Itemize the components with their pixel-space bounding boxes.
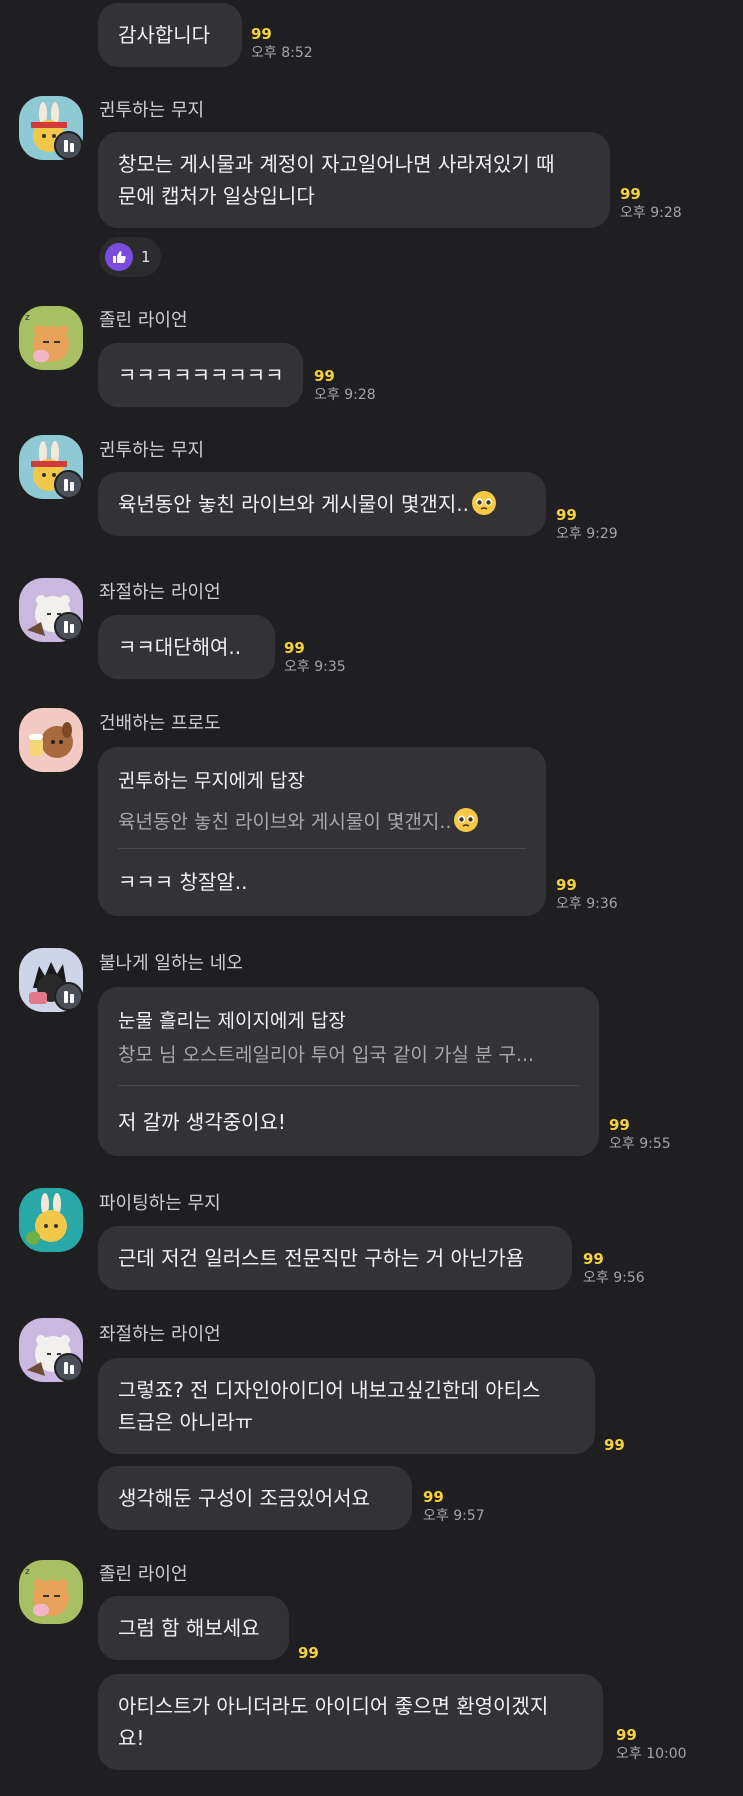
unread-count: 99 bbox=[556, 876, 577, 894]
message-text: ㅋㅋ대단해여.. bbox=[118, 635, 242, 659]
profile-badge-icon bbox=[54, 470, 83, 499]
timestamp: 오후 9:28 bbox=[314, 387, 376, 403]
message-meta: 99 오후 9:36 bbox=[556, 875, 618, 913]
message-meta: 99 오후 9:28 bbox=[620, 184, 682, 222]
message-meta: 99 오후 9:28 bbox=[314, 366, 376, 404]
reply-quote-text: 육년동안 놓친 라이브와 게시물이 몇갠지.. bbox=[118, 811, 452, 833]
avatar[interactable]: z bbox=[19, 306, 83, 370]
message-text-line: 그렇죠? 전 디자인아이디어 내보고싶긴한데 아티스 bbox=[118, 1378, 541, 1402]
timestamp: 오후 9:55 bbox=[609, 1136, 671, 1152]
sender-name: 귄투하는 무지 bbox=[99, 100, 205, 121]
avatar[interactable]: z bbox=[19, 1560, 83, 1624]
message-bubble[interactable]: 아티스트가 아니더라도 아이디어 좋으면 환영이겠지 요! bbox=[98, 1674, 603, 1770]
timestamp: 오후 9:28 bbox=[620, 205, 682, 221]
message-meta: 99 오후 9:29 bbox=[556, 505, 618, 543]
message-bubble[interactable]: 창모는 게시물과 계정이 자고일어나면 사라져있기 때 문에 캡처가 일상입니다 bbox=[98, 132, 610, 228]
reaction-chip[interactable]: 1 bbox=[99, 237, 161, 277]
sender-name: 좌절하는 라이언 bbox=[99, 1324, 221, 1345]
timestamp: 오후 9:29 bbox=[556, 526, 618, 542]
timestamp: 오후 9:57 bbox=[423, 1508, 485, 1524]
message-meta: 99 오후 10:00 bbox=[616, 1725, 687, 1763]
message-meta: 99 bbox=[604, 1435, 625, 1455]
sender-name: 귄투하는 무지 bbox=[99, 440, 205, 461]
timestamp: 오후 9:35 bbox=[284, 659, 346, 675]
unread-count: 99 bbox=[423, 1488, 444, 1506]
reply-bubble[interactable]: 눈물 흘리는 제이지에게 답장 창모 님 오스트레일리아 투어 입국 같이 가실… bbox=[98, 987, 599, 1156]
message-meta: 99 오후 9:35 bbox=[284, 638, 346, 676]
message-bubble[interactable]: ㅋㅋㅋㅋㅋㅋㅋㅋㅋ bbox=[98, 343, 303, 407]
sender-name: 건배하는 프로도 bbox=[99, 713, 221, 734]
message-text: 그럼 함 해보세요 bbox=[118, 1616, 260, 1640]
unread-count: 99 bbox=[604, 1436, 625, 1454]
reply-divider bbox=[118, 1085, 579, 1086]
message-bubble[interactable]: 근데 저건 일러스트 전문직만 구하는 거 아닌가욤 bbox=[98, 1226, 572, 1290]
message-text-line: 아티스트가 아니더라도 아이디어 좋으면 환영이겠지 bbox=[118, 1694, 549, 1718]
unread-count: 99 bbox=[616, 1726, 637, 1744]
message-meta: 99 오후 9:55 bbox=[609, 1115, 671, 1153]
timestamp: 오후 9:36 bbox=[556, 896, 618, 912]
pleading-face-icon bbox=[454, 808, 479, 832]
sender-name: 불나게 일하는 네오 bbox=[99, 953, 243, 974]
unread-count: 99 bbox=[609, 1116, 630, 1134]
reply-quote: 창모 님 오스트레일리아 투어 입국 같이 가실 분 구... bbox=[118, 1044, 535, 1066]
unread-count: 99 bbox=[620, 185, 641, 203]
profile-badge-icon bbox=[54, 1353, 83, 1382]
message-text: ㅋㅋㅋ 창잘알.. bbox=[118, 870, 248, 894]
message-bubble[interactable]: 감사합니다 bbox=[98, 3, 242, 67]
unread-count: 99 bbox=[284, 639, 305, 657]
reaction-count: 1 bbox=[141, 248, 151, 266]
sender-name: 좌절하는 라이언 bbox=[99, 582, 221, 603]
message-meta: 99 오후 8:52 bbox=[251, 24, 313, 62]
message-text: 저 갈까 생각중이요! bbox=[118, 1110, 286, 1134]
unread-count: 99 bbox=[314, 367, 335, 385]
avatar[interactable] bbox=[19, 708, 83, 772]
unread-count: 99 bbox=[298, 1644, 319, 1662]
message-bubble[interactable]: 생각해둔 구성이 조금있어서요 bbox=[98, 1466, 412, 1530]
profile-badge-icon bbox=[54, 612, 83, 641]
message-text-line: 요! bbox=[118, 1726, 145, 1750]
thumbs-up-icon bbox=[105, 243, 133, 271]
reply-header: 눈물 흘리는 제이지에게 답장 bbox=[118, 1010, 346, 1032]
sender-name: 졸린 라이언 bbox=[99, 310, 188, 331]
message-text: ㅋㅋㅋㅋㅋㅋㅋㅋㅋ bbox=[118, 363, 284, 387]
message-bubble[interactable]: 그럼 함 해보세요 bbox=[98, 1596, 289, 1660]
message-text: 감사합니다 bbox=[118, 23, 210, 47]
avatar[interactable] bbox=[19, 1188, 83, 1252]
timestamp: 오후 8:52 bbox=[251, 45, 313, 61]
timestamp: 오후 10:00 bbox=[616, 1746, 687, 1762]
reply-header: 귄투하는 무지에게 답장 bbox=[118, 770, 305, 792]
profile-badge-icon bbox=[54, 982, 83, 1011]
message-text-line: 트급은 아니라ㅠ bbox=[118, 1410, 254, 1434]
message-bubble[interactable]: ㅋㅋ대단해여.. bbox=[98, 615, 275, 679]
message-bubble[interactable]: 그렇죠? 전 디자인아이디어 내보고싶긴한데 아티스 트급은 아니라ㅠ bbox=[98, 1358, 595, 1454]
message-meta: 99 오후 9:56 bbox=[583, 1249, 645, 1287]
message-text-line: 창모는 게시물과 계정이 자고일어나면 사라져있기 때 bbox=[118, 152, 555, 176]
reply-divider bbox=[118, 848, 526, 849]
profile-badge-icon bbox=[54, 131, 83, 160]
message-text: 육년동안 놓친 라이브와 게시물이 몇갠지.. bbox=[118, 488, 497, 520]
pleading-face-icon bbox=[471, 491, 496, 515]
message-bubble[interactable]: 육년동안 놓친 라이브와 게시물이 몇갠지.. bbox=[98, 472, 546, 536]
reply-quote: 육년동안 놓친 라이브와 게시물이 몇갠지.. bbox=[118, 807, 479, 836]
unread-count: 99 bbox=[556, 506, 577, 524]
unread-count: 99 bbox=[583, 1250, 604, 1268]
message-meta: 99 오후 9:57 bbox=[423, 1487, 485, 1525]
svg-text:z: z bbox=[25, 313, 30, 323]
message-meta: 99 bbox=[298, 1643, 319, 1663]
message-text-line: 문에 캡처가 일상입니다 bbox=[118, 184, 315, 208]
sender-name: 졸린 라이언 bbox=[99, 1564, 188, 1585]
svg-text:z: z bbox=[25, 1567, 30, 1577]
sender-name: 파이팅하는 무지 bbox=[99, 1193, 221, 1214]
timestamp: 오후 9:56 bbox=[583, 1270, 645, 1286]
message-text-content: 육년동안 놓친 라이브와 게시물이 몇갠지.. bbox=[118, 492, 469, 516]
message-text: 근데 저건 일러스트 전문직만 구하는 거 아닌가욤 bbox=[118, 1246, 525, 1270]
unread-count: 99 bbox=[251, 25, 272, 43]
reply-bubble[interactable]: 귄투하는 무지에게 답장 육년동안 놓친 라이브와 게시물이 몇갠지.. ㅋㅋㅋ… bbox=[98, 747, 546, 916]
message-text: 생각해둔 구성이 조금있어서요 bbox=[118, 1486, 370, 1510]
